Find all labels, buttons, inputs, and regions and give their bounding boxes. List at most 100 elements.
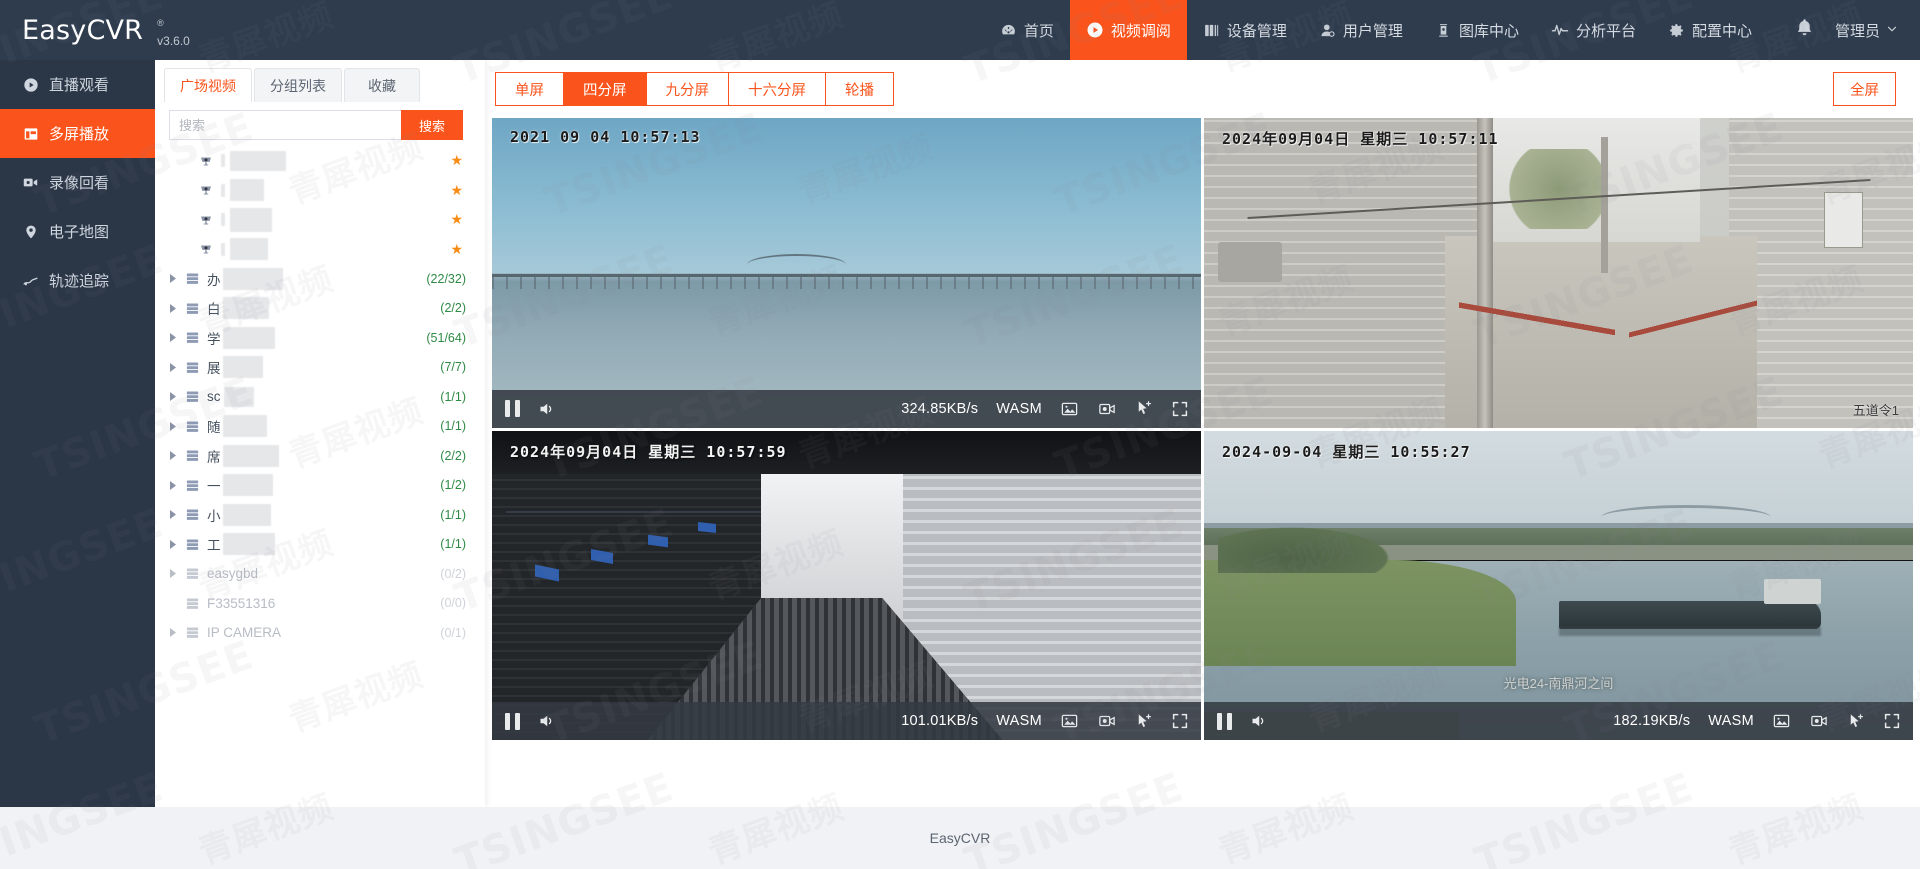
- expand-icon[interactable]: [1171, 712, 1189, 730]
- layout-mode-group: 单屏 四分屏 九分屏 十六分屏 轮播: [495, 72, 894, 106]
- device-tree[interactable]: ★ ★ ★ ★ 办 (22/32) 白 (2/2) 学 (51/64) 展 (7…: [155, 146, 485, 818]
- pause-icon[interactable]: [504, 399, 521, 418]
- sidebar-item-track[interactable]: 轨迹追踪: [0, 256, 155, 305]
- group-icon: [181, 389, 203, 404]
- chevron-right-icon[interactable]: [165, 362, 181, 372]
- group-icon: [181, 419, 203, 434]
- notification-bell-button[interactable]: [1768, 17, 1835, 43]
- chevron-right-icon[interactable]: [165, 510, 181, 520]
- favorite-star-icon[interactable]: ★: [450, 241, 463, 258]
- camera-name-label: 五道令1: [1852, 402, 1899, 418]
- sidebar-item-emap[interactable]: 电子地图: [0, 207, 155, 256]
- chevron-right-icon[interactable]: [165, 451, 181, 461]
- chevron-right-icon[interactable]: [165, 539, 181, 549]
- snapshot-icon[interactable]: [1060, 400, 1079, 418]
- record-icon[interactable]: [1809, 712, 1829, 730]
- tree-group-count: (51/64): [426, 330, 466, 345]
- volume-icon[interactable]: [1249, 712, 1268, 730]
- ptz-cursor-icon[interactable]: [1847, 712, 1865, 731]
- ptz-cursor-icon[interactable]: [1135, 399, 1153, 418]
- chevron-right-icon[interactable]: [165, 392, 181, 402]
- tree-group-row[interactable]: 学 (51/64): [155, 323, 485, 353]
- nav-item-gallery-center[interactable]: 图库中心: [1419, 0, 1535, 60]
- expand-icon[interactable]: [1171, 400, 1189, 418]
- mode-sixteen-screen[interactable]: 十六分屏: [728, 72, 825, 106]
- user-menu[interactable]: 管理员: [1835, 20, 1920, 41]
- chevron-right-icon[interactable]: [165, 480, 181, 490]
- group-icon: [181, 271, 203, 286]
- chevron-right-icon[interactable]: [165, 421, 181, 431]
- expand-icon[interactable]: [1883, 712, 1901, 730]
- chevron-right-icon[interactable]: [165, 628, 181, 638]
- tree-group-row[interactable]: sc (1/1): [155, 382, 485, 412]
- nav-item-video-review[interactable]: 视频调阅: [1069, 0, 1187, 60]
- volume-icon[interactable]: [537, 400, 556, 418]
- nav-item-analytics-platform-label: 分析平台: [1575, 22, 1636, 40]
- tree-group-row[interactable]: 工 (1/1): [155, 530, 485, 560]
- tree-channel-row[interactable]: ★: [155, 176, 485, 206]
- tree-group-row[interactable]: 白 (2/2): [155, 294, 485, 324]
- search-button[interactable]: 搜索: [401, 110, 463, 140]
- nav-item-config-center[interactable]: 配置中心: [1652, 0, 1768, 60]
- tree-group-row[interactable]: 一 (1/2): [155, 471, 485, 501]
- record-icon[interactable]: [1097, 400, 1117, 418]
- favorite-star-icon[interactable]: ★: [450, 182, 463, 199]
- redaction-block: [222, 533, 275, 556]
- tree-group-row[interactable]: 席 (2/2): [155, 441, 485, 471]
- mode-nine-screen[interactable]: 九分屏: [645, 72, 728, 106]
- nav-item-user-management[interactable]: 用户管理: [1303, 0, 1419, 60]
- tree-channel-row[interactable]: ★: [155, 235, 485, 265]
- tree-group-row[interactable]: 展 (7/7): [155, 353, 485, 383]
- tree-group-row[interactable]: 小 (1/1): [155, 500, 485, 530]
- tree-group-row[interactable]: 办 (22/32): [155, 264, 485, 294]
- brand-logo[interactable]: EasyCVR ® v3.6.0: [0, 0, 190, 60]
- video-player-1[interactable]: 2021 09 04 10:57:13 324.85KB/s WASM: [492, 118, 1201, 428]
- tree-group-row-easygbd[interactable]: easygbd (0/2): [155, 559, 485, 589]
- video-player-2[interactable]: 2024年09月04日 星期三 10:57:11 五道令1: [1204, 118, 1913, 428]
- record-icon[interactable]: [1097, 712, 1117, 730]
- video-scene-bridge-over-sea: [492, 118, 1201, 428]
- sidebar-item-multiscreen[interactable]: 多屏播放: [0, 109, 155, 158]
- mode-single-screen[interactable]: 单屏: [495, 72, 563, 106]
- sidebar-item-live-view[interactable]: 直播观看: [0, 60, 155, 109]
- search-input[interactable]: [169, 110, 401, 140]
- redaction-block: [230, 207, 272, 232]
- snapshot-icon[interactable]: [1772, 712, 1791, 730]
- footer-text: EasyCVR: [929, 830, 991, 846]
- fullscreen-button[interactable]: 全屏: [1833, 72, 1896, 106]
- tree-group-row-f33551316[interactable]: F33551316 (0/0): [155, 589, 485, 619]
- chevron-down-icon: [1886, 22, 1898, 39]
- tree-group-row[interactable]: 随 (1/1): [155, 412, 485, 442]
- tab-square-video[interactable]: 广场视频: [164, 68, 252, 102]
- nav-item-home-label: 首页: [1023, 22, 1054, 40]
- chevron-right-icon[interactable]: [165, 569, 181, 579]
- nav-item-analytics-platform[interactable]: 分析平台: [1535, 0, 1652, 60]
- chevron-right-icon[interactable]: [165, 274, 181, 284]
- tab-group-list[interactable]: 分组列表: [254, 68, 342, 102]
- video-player-3[interactable]: 2024年09月04日 星期三 10:57:59 101.01KB/s WASM: [492, 430, 1201, 740]
- chevron-right-icon[interactable]: [165, 303, 181, 313]
- favorite-star-icon[interactable]: ★: [450, 211, 463, 228]
- nav-item-home[interactable]: 首页: [984, 0, 1070, 60]
- tree-group-row-ip-camera[interactable]: IP CAMERA (0/1): [155, 618, 485, 648]
- mode-four-screen[interactable]: 四分屏: [563, 72, 646, 106]
- mode-carousel[interactable]: 轮播: [825, 72, 894, 106]
- nav-item-device-management[interactable]: 设备管理: [1187, 0, 1303, 60]
- tree-group-label: 展: [207, 361, 221, 377]
- tree-group-count: (2/2): [440, 448, 466, 463]
- sidebar-item-emap-label: 电子地图: [49, 224, 110, 241]
- sidebar-item-playback[interactable]: 录像回看: [0, 158, 155, 207]
- ptz-cursor-icon[interactable]: [1135, 712, 1153, 731]
- group-icon: [181, 566, 203, 581]
- volume-icon[interactable]: [537, 712, 556, 730]
- tree-channel-row[interactable]: ★: [155, 146, 485, 176]
- tree-channel-row[interactable]: ★: [155, 205, 485, 235]
- chevron-right-icon[interactable]: [165, 333, 181, 343]
- redaction-block: [222, 326, 275, 349]
- tab-favorites[interactable]: 收藏: [344, 68, 420, 102]
- video-player-4[interactable]: 2024-09-04 星期三 10:55:27 光电24-南鼎河之间 182.1…: [1204, 430, 1913, 740]
- pause-icon[interactable]: [1216, 712, 1233, 731]
- favorite-star-icon[interactable]: ★: [450, 152, 463, 169]
- snapshot-icon[interactable]: [1060, 712, 1079, 730]
- pause-icon[interactable]: [504, 712, 521, 731]
